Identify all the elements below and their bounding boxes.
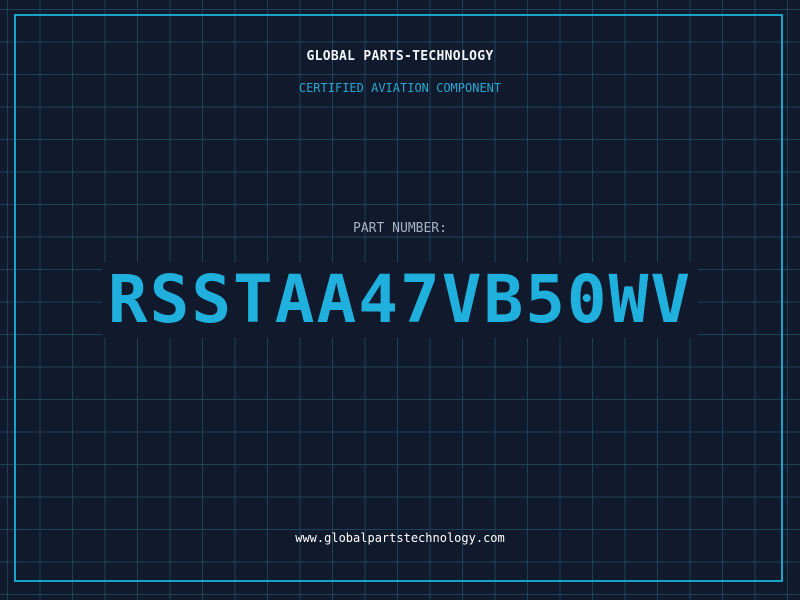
website-url: www.globalpartstechnology.com [295,531,505,545]
certification-subtitle: CERTIFIED AVIATION COMPONENT [298,81,502,95]
part-number-value: RSSTAA47VB50WV [101,262,699,338]
company-name: GLOBAL PARTS-TECHNOLOGY [306,49,494,64]
part-number-label: PART NUMBER: [353,221,447,236]
part-number-container: RSSTAA47VB50WV [0,262,800,338]
